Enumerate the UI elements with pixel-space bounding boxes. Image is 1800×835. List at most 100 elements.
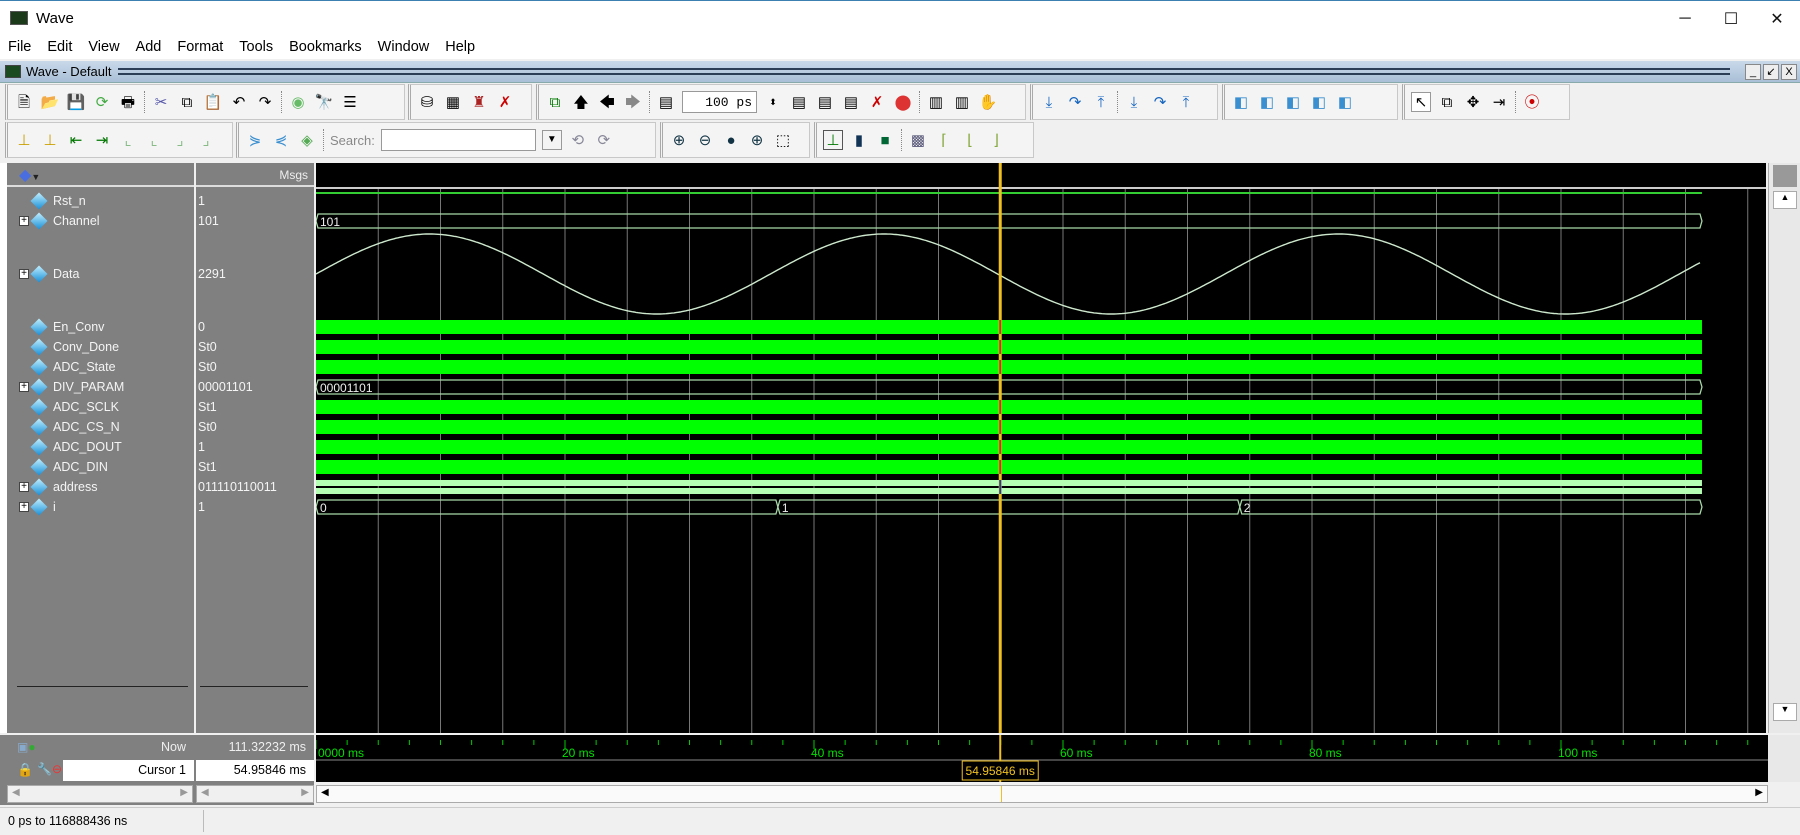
now-icons[interactable]: ▣● — [17, 740, 36, 754]
step-into-all-icon[interactable]: ⤓ — [1124, 92, 1144, 112]
memory-icon[interactable]: ▥ — [952, 92, 972, 112]
menu-format[interactable]: Format — [169, 39, 231, 55]
layout-1-icon[interactable]: ◧ — [1231, 92, 1251, 112]
scroll-up-icon[interactable]: ▲ — [1773, 191, 1797, 209]
redo-icon[interactable]: ↷ — [255, 92, 275, 112]
search-prev-icon[interactable]: ⟲ — [568, 130, 588, 150]
performance-icon[interactable]: ▥ — [926, 92, 946, 112]
signal-row[interactable]: + i — [7, 497, 194, 517]
new-file-icon[interactable]: 🗎 — [14, 92, 34, 112]
help-icon[interactable]: ◉ — [288, 92, 308, 112]
signal-value-row[interactable]: 101 — [196, 211, 314, 231]
prev-transition-icon[interactable]: ⇤ — [66, 130, 86, 150]
menu-window[interactable]: Window — [370, 39, 438, 55]
maximize-button[interactable]: ☐ — [1708, 1, 1754, 36]
compile-icon[interactable]: ⛁ — [417, 92, 437, 112]
signal-value-row[interactable]: St1 — [196, 397, 314, 417]
waveform-pane[interactable]: 101 00001101 0 1 2 — [316, 163, 1766, 733]
right-arrow-icon[interactable]: 🡆 — [623, 92, 643, 112]
restart-icon[interactable]: ⧉ — [545, 92, 565, 112]
zoom-cursor-icon[interactable]: ⊕ — [747, 130, 767, 150]
wave-hscrollbar[interactable]: ◀ ▶ — [316, 785, 1768, 803]
zoom-out-icon[interactable]: ⊖ — [695, 130, 715, 150]
expand-icon[interactable]: ⋞ — [271, 130, 291, 150]
signal-row[interactable]: Conv_Done — [7, 337, 194, 357]
edit-mode-icon[interactable]: ⇥ — [1489, 92, 1509, 112]
break-sim-icon[interactable]: ✗ — [867, 92, 887, 112]
expand-icon[interactable]: + — [19, 216, 29, 226]
expand-icon[interactable]: + — [19, 269, 29, 279]
signal-row[interactable]: + DIV_PARAM — [7, 377, 194, 397]
timeline-ruler[interactable]: 0000 ms 20 ms 40 ms 60 ms 80 ms 100 ms 54.9584… — [316, 735, 1800, 782]
collapse-icon[interactable]: ⋟ — [245, 130, 265, 150]
traffic-light-icon[interactable]: ⦿ — [1522, 92, 1542, 112]
expand-icon[interactable]: + — [19, 482, 29, 492]
signal-row[interactable]: ADC_SCLK — [7, 397, 194, 417]
menu-bookmarks[interactable]: Bookmarks — [281, 39, 370, 55]
menu-tools[interactable]: Tools — [231, 39, 281, 55]
signal-value-row[interactable]: St0 — [196, 337, 314, 357]
signal-value-row[interactable]: 0 — [196, 317, 314, 337]
subwindow-undock-icon[interactable]: ↙ — [1763, 64, 1779, 80]
dense-style-icon[interactable]: ▩ — [908, 130, 928, 150]
cursor-settings-icons[interactable]: 🔧⊖ — [37, 762, 62, 776]
next-falling-icon[interactable]: ⌞ — [144, 130, 164, 150]
step-out-icon[interactable]: ⤒ — [1091, 92, 1111, 112]
cursor-row-name[interactable]: 🔒 🔧⊖ Cursor 1 — [7, 760, 194, 781]
signal-value-row[interactable]: 1 — [196, 191, 314, 211]
edge-style-icon[interactable]: ⊥ — [823, 130, 843, 150]
search-dropdown-icon[interactable]: ▼ — [541, 130, 562, 150]
signal-value-row[interactable]: 2291 — [196, 231, 314, 317]
copy-icon[interactable]: ⧉ — [177, 92, 197, 112]
expand-icon[interactable]: + — [19, 502, 29, 512]
run-icon[interactable]: ▤ — [789, 92, 809, 112]
step-over-all-icon[interactable]: ↷ — [1150, 92, 1170, 112]
layout-5-icon[interactable]: ◧ — [1335, 92, 1355, 112]
menu-file[interactable]: File — [0, 39, 39, 55]
run-all-icon[interactable]: ▤ — [841, 92, 861, 112]
zoom-in-icon[interactable]: ⊕ — [669, 130, 689, 150]
menu-add[interactable]: Add — [128, 39, 170, 55]
cursor-name-field[interactable]: Cursor 1 — [63, 760, 194, 781]
minimize-button[interactable]: ─ — [1662, 1, 1708, 36]
signal-row[interactable]: ADC_DIN — [7, 457, 194, 477]
compile-all-icon[interactable]: ▦ — [443, 92, 463, 112]
hand-icon[interactable]: ✋ — [978, 92, 998, 112]
signal-row[interactable]: + address — [7, 477, 194, 497]
block-style-icon[interactable]: ■ — [875, 130, 895, 150]
vertical-scrollbar[interactable]: ▲ ▼ — [1768, 163, 1800, 733]
signal-row[interactable]: + Channel — [7, 211, 194, 231]
up-arrow-icon[interactable]: 🡅 — [571, 92, 591, 112]
continue-icon[interactable]: ▤ — [815, 92, 835, 112]
signal-value-row[interactable]: 1 — [196, 497, 314, 517]
open-folder-icon[interactable]: 📂 — [40, 92, 60, 112]
list-icon[interactable]: ☰ — [340, 92, 360, 112]
signal-value-row[interactable]: St0 — [196, 417, 314, 437]
next-transition-icon[interactable]: ⇥ — [92, 130, 112, 150]
rise-style-icon[interactable]: ⌈ — [934, 130, 954, 150]
run-length-input[interactable]: 100 ps — [682, 91, 757, 113]
undo-icon[interactable]: ↶ — [229, 92, 249, 112]
name-pane-hscrollbar[interactable]: ◀ ▶ — [7, 785, 193, 803]
close-button[interactable]: ✕ — [1754, 1, 1800, 36]
signal-row[interactable]: ADC_CS_N — [7, 417, 194, 437]
stop-icon[interactable]: ⬤ — [893, 92, 913, 112]
subwindow-close-icon[interactable]: X — [1781, 64, 1797, 80]
zoom-mode-icon[interactable]: ⧉ — [1437, 92, 1457, 112]
search-next-icon[interactable]: ⟳ — [594, 130, 614, 150]
add-cursor-icon[interactable]: ⊥ — [14, 130, 34, 150]
step-over-icon[interactable]: ↷ — [1065, 92, 1085, 112]
menu-edit[interactable]: Edit — [39, 39, 80, 55]
drag-grip[interactable] — [118, 68, 1730, 75]
signal-row[interactable]: Rst_n — [7, 191, 194, 211]
fall-style-icon[interactable]: ⌊ — [960, 130, 980, 150]
delete-cursor-icon[interactable]: ⊥ — [40, 130, 60, 150]
prev-falling-icon[interactable]: ⌞ — [118, 130, 138, 150]
signal-group-icon[interactable]: ◆▼ — [19, 165, 40, 185]
find-icon[interactable]: 🔭 — [314, 92, 334, 112]
paste-icon[interactable]: 📋 — [203, 92, 223, 112]
break-icon[interactable]: ✗ — [495, 92, 515, 112]
signal-value-row[interactable]: 1 — [196, 437, 314, 457]
value-pane-hscrollbar[interactable]: ◀ ▶ — [196, 785, 314, 803]
insert-divider-icon[interactable]: ◈ — [297, 130, 317, 150]
